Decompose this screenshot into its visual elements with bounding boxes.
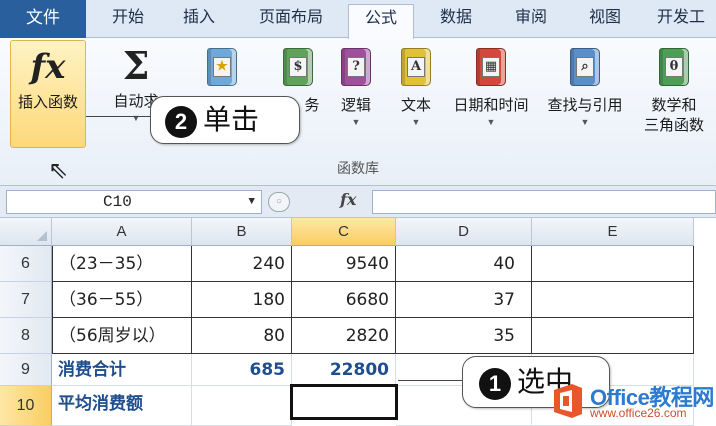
- tab-home[interactable]: 开始: [96, 4, 160, 38]
- chevron-down-icon: ▼: [351, 117, 361, 127]
- cell-c9[interactable]: 22800: [292, 354, 396, 386]
- callout-step-2-text: 单击: [203, 104, 260, 135]
- cell-a8[interactable]: （56周岁以）: [52, 318, 192, 354]
- cell-c10-selected[interactable]: [290, 384, 398, 420]
- column-header-e[interactable]: E: [532, 218, 694, 246]
- callout-step-2: 2 单击: [150, 96, 300, 144]
- insert-function-button[interactable]: fx 插入函数: [10, 40, 86, 148]
- cell-d6[interactable]: 40: [396, 246, 532, 282]
- callout-2-leader: [86, 116, 152, 117]
- tab-review[interactable]: 审阅: [496, 4, 566, 38]
- cell-c8[interactable]: 2820: [292, 318, 396, 354]
- recently-used-button[interactable]: ★: [196, 40, 248, 96]
- formula-bar: C10 ▼ ○ fx: [0, 186, 716, 218]
- formula-bar-expand-icon[interactable]: ○: [268, 192, 290, 212]
- column-header-d[interactable]: D: [396, 218, 532, 246]
- select-all-corner[interactable]: [0, 218, 52, 246]
- cell-b9[interactable]: 685: [192, 354, 292, 386]
- date-time-button[interactable]: ▦ 日期和时间 ▼: [446, 40, 536, 128]
- cell-b7[interactable]: 180: [192, 282, 292, 318]
- name-box[interactable]: C10 ▼: [6, 190, 262, 214]
- watermark-url: www.office26.com: [590, 406, 687, 420]
- tab-page-layout[interactable]: 页面布局: [238, 4, 344, 38]
- logical-label: 逻辑: [340, 97, 371, 114]
- step-1-badge: 1: [479, 367, 511, 400]
- office-logo-icon: [554, 384, 582, 418]
- cell-d8[interactable]: 35: [396, 318, 532, 354]
- callout-1-leader: [398, 380, 462, 381]
- text-button[interactable]: A 文本 ▼: [390, 40, 442, 128]
- column-header-a[interactable]: A: [52, 218, 192, 246]
- cell-a6[interactable]: （23－35）: [52, 246, 192, 282]
- math-trig-label-2: 三角函数: [643, 117, 704, 134]
- sigma-icon: Σ: [122, 43, 150, 88]
- tab-file[interactable]: 文件: [0, 0, 86, 38]
- cell-b10[interactable]: [192, 386, 292, 426]
- row-header-9[interactable]: 9: [0, 354, 52, 386]
- tab-formulas[interactable]: 公式: [348, 4, 414, 39]
- logical-button[interactable]: ? 逻辑 ▼: [328, 40, 384, 128]
- logical-book-icon: ?: [341, 48, 371, 86]
- step-2-badge: 2: [165, 105, 197, 138]
- theta-book-icon: θ: [659, 48, 689, 86]
- lookup-reference-label: 查找与引用: [547, 97, 623, 114]
- tab-insert[interactable]: 插入: [164, 4, 234, 38]
- row-header-10[interactable]: 10: [0, 386, 52, 426]
- cell-a10[interactable]: 平均消费额: [52, 386, 192, 426]
- row-header-8[interactable]: 8: [0, 318, 52, 354]
- cell-e6[interactable]: [532, 246, 694, 282]
- magnifier-book-icon: ⌕: [570, 48, 600, 86]
- insert-function-label: 插入函数: [17, 94, 78, 111]
- cell-b8[interactable]: 80: [192, 318, 292, 354]
- row-header-7[interactable]: 7: [0, 282, 52, 318]
- chevron-down-icon: ▼: [580, 117, 590, 127]
- lookup-reference-button[interactable]: ⌕ 查找与引用 ▼: [540, 40, 630, 128]
- tab-view[interactable]: 视图: [570, 4, 640, 38]
- formula-input[interactable]: [372, 190, 716, 214]
- tab-developer[interactable]: 开发工: [646, 4, 716, 38]
- chevron-down-icon: ▼: [411, 117, 421, 127]
- fx-icon: fx: [30, 47, 66, 87]
- watermark: Office教程网 www.office26.com: [548, 378, 716, 426]
- cell-a9[interactable]: 消费合计: [52, 354, 192, 386]
- cell-e8[interactable]: [532, 318, 694, 354]
- cell-c6[interactable]: 9540: [292, 246, 396, 282]
- ribbon-tab-bar: 文件 开始 插入 页面布局 公式 数据 审阅 视图 开发工: [0, 0, 716, 39]
- cell-c7[interactable]: 6680: [292, 282, 396, 318]
- date-time-label: 日期和时间: [453, 97, 529, 114]
- cell-d7[interactable]: 37: [396, 282, 532, 318]
- name-box-value: C10: [103, 193, 132, 211]
- chevron-down-icon: ▼: [486, 117, 496, 127]
- cell-a7[interactable]: （36－55）: [52, 282, 192, 318]
- function-library-group-label: 函数库: [337, 160, 379, 176]
- mouse-pointer-icon: ⇖: [48, 157, 69, 184]
- insert-function-fx-icon[interactable]: fx: [340, 190, 356, 209]
- column-header-b[interactable]: B: [192, 218, 292, 246]
- chevron-down-icon[interactable]: ▼: [248, 191, 255, 213]
- row-header-6[interactable]: 6: [0, 246, 52, 282]
- math-trig-label-1: 数学和: [651, 97, 697, 114]
- column-header-c[interactable]: C: [292, 218, 396, 246]
- cell-e7[interactable]: [532, 282, 694, 318]
- text-book-icon: A: [401, 48, 431, 86]
- text-label: 文本: [400, 97, 431, 114]
- cell-b6[interactable]: 240: [192, 246, 292, 282]
- star-book-icon: ★: [207, 48, 237, 86]
- financial-book-icon: $: [283, 48, 313, 86]
- ribbon-formulas-panel: fx 插入函数 Σ 自动求 ▼ ★ $ 务 ? 逻辑 ▼ A 文本 ▼ ▦ 日期…: [0, 38, 716, 186]
- math-trig-button[interactable]: θ 数学和 三角函数: [632, 40, 716, 136]
- calendar-book-icon: ▦: [476, 48, 506, 86]
- tab-data[interactable]: 数据: [420, 4, 492, 38]
